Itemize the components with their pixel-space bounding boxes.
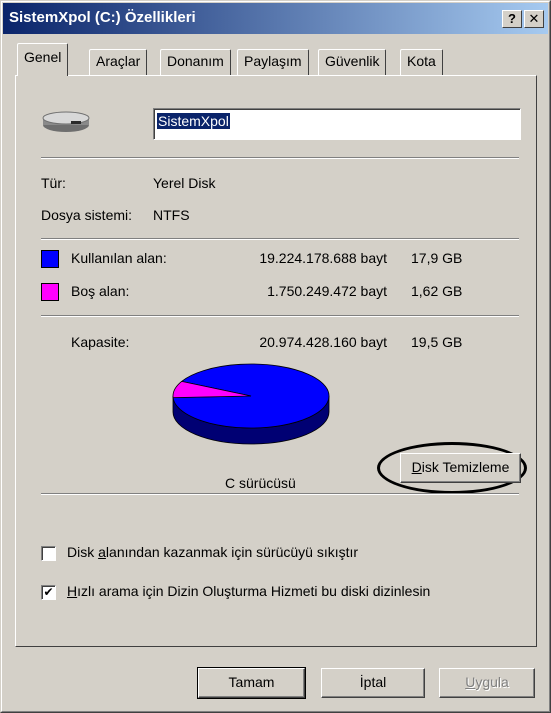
- tab-kota[interactable]: Kota: [400, 49, 443, 75]
- disk-usage-pie-chart: [172, 363, 330, 445]
- compress-label[interactable]: Disk alanından kazanmak için sürücüyü sı…: [67, 544, 358, 560]
- used-space-bytes: 19.224.178.688 bayt: [259, 250, 387, 266]
- capacity-label: Kapasite:: [71, 334, 130, 350]
- separator: [41, 157, 519, 159]
- drive-letter-label: C sürücüsü: [225, 475, 296, 491]
- drive-name-input[interactable]: SistemXpol: [153, 108, 521, 140]
- separator: [41, 493, 519, 495]
- title-bar[interactable]: SistemXpol (C:) Özellikleri ? ✕: [3, 3, 548, 34]
- used-space-swatch: [41, 250, 59, 268]
- capacity-bytes: 20.974.428.160 bayt: [259, 334, 387, 350]
- window-title: SistemXpol (C:) Özellikleri: [9, 9, 196, 26]
- ok-button[interactable]: Tamam: [197, 667, 306, 699]
- properties-window: SistemXpol (C:) Özellikleri ? ✕ Genel Ar…: [0, 0, 551, 713]
- tab-guvenlik[interactable]: Güvenlik: [318, 49, 387, 75]
- index-checkbox[interactable]: ✔: [41, 585, 56, 600]
- free-space-gb: 1,62 GB: [411, 283, 463, 299]
- cancel-button[interactable]: İptal: [321, 668, 425, 698]
- used-space-label: Kullanılan alan:: [71, 250, 167, 266]
- separator: [41, 315, 519, 317]
- disk-cleanup-button[interactable]: Disk Temizleme: [400, 453, 521, 483]
- free-space-bytes: 1.750.249.472 bayt: [267, 283, 387, 299]
- tab-paylasim[interactable]: Paylaşım: [237, 49, 309, 75]
- filesystem-label: Dosya sistemi:: [41, 207, 133, 223]
- used-space-gb: 17,9 GB: [411, 250, 463, 266]
- capacity-gb: 19,5 GB: [411, 334, 463, 350]
- close-button[interactable]: ✕: [524, 10, 544, 28]
- hard-drive-icon: [42, 111, 90, 132]
- free-space-label: Boş alan:: [71, 283, 130, 299]
- index-label[interactable]: Hızlı arama için Dizin Oluşturma Hizmeti…: [67, 583, 430, 599]
- tab-genel[interactable]: Genel: [17, 43, 69, 76]
- type-value: Yerel Disk: [153, 175, 216, 191]
- separator: [41, 238, 519, 240]
- filesystem-value: NTFS: [153, 207, 190, 223]
- tab-araclar[interactable]: Araçlar: [89, 49, 148, 75]
- apply-button[interactable]: Uygula: [439, 668, 535, 698]
- help-button[interactable]: ?: [502, 10, 522, 28]
- compress-checkbox[interactable]: [41, 546, 56, 561]
- free-space-swatch: [41, 283, 59, 301]
- tab-donanim[interactable]: Donanım: [160, 49, 231, 75]
- type-label: Tür:: [41, 175, 66, 191]
